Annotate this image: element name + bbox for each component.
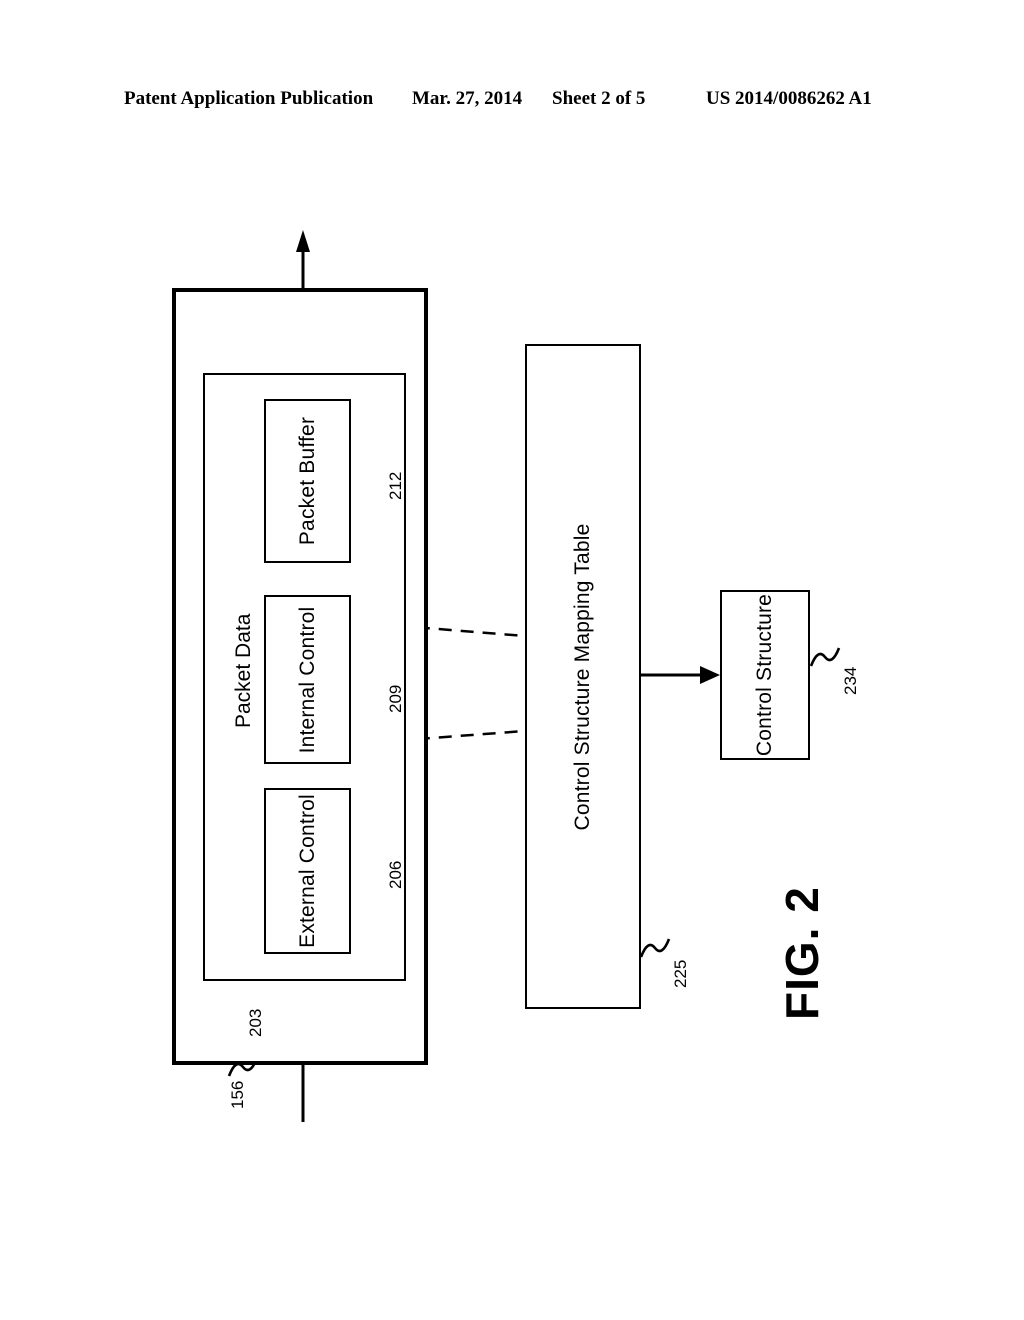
mapping-table-label: Control Structure Mapping Table bbox=[571, 523, 594, 830]
internal-control-block-209: Internal Control bbox=[264, 595, 351, 764]
internal-control-label: Internal Control bbox=[295, 606, 319, 753]
mapping-to-structure-arrow bbox=[641, 666, 720, 684]
packet-data-label: Packet Data bbox=[232, 613, 255, 728]
ref-numeral-156: 156 bbox=[228, 1080, 247, 1109]
leader-squiggle-234 bbox=[809, 647, 841, 667]
control-structure-label: Control Structure bbox=[753, 593, 776, 757]
leader-squiggle-225 bbox=[639, 938, 671, 958]
output-arrow-top bbox=[296, 230, 310, 288]
diagram-connectors bbox=[227, 230, 841, 1122]
external-control-block-206: External Control bbox=[264, 788, 351, 954]
ref-numeral-209: 209 bbox=[386, 684, 405, 713]
figure-caption: FIG. 2 bbox=[776, 886, 828, 1020]
ref-numeral-225: 225 bbox=[671, 959, 690, 988]
packet-buffer-block-212: Packet Buffer bbox=[264, 399, 351, 563]
figure-2-diagram: Packet Data Packet Buffer Internal Contr… bbox=[0, 0, 1024, 1320]
ref-numeral-212: 212 bbox=[386, 471, 405, 500]
control-structure-block-234: Control Structure bbox=[720, 590, 810, 760]
packet-buffer-label: Packet Buffer bbox=[295, 416, 319, 546]
external-control-label: External Control bbox=[295, 794, 319, 948]
ref-numeral-206: 206 bbox=[386, 860, 405, 889]
control-structure-mapping-table-225: Control Structure Mapping Table bbox=[525, 344, 641, 1009]
ref-numeral-203: 203 bbox=[246, 1008, 265, 1037]
ref-numeral-234: 234 bbox=[841, 666, 860, 695]
